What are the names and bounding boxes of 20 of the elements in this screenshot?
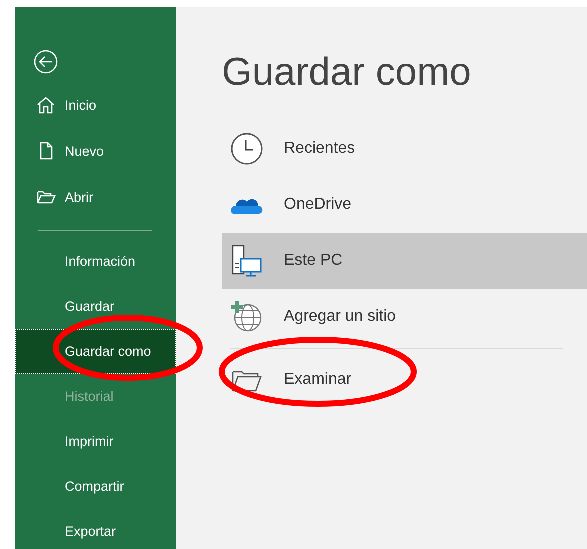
- nav-item[interactable]: Inicio: [65, 98, 97, 112]
- back-icon[interactable]: [34, 50, 58, 74]
- browse-item[interactable]: Examinar: [222, 349, 587, 411]
- home-icon: [36, 95, 56, 115]
- selected-nav-item[interactable]: Guardar como: [15, 329, 176, 374]
- selected-location-item[interactable]: Este PC: [222, 233, 587, 289]
- location-item[interactable]: Recientes: [222, 121, 587, 177]
- globe-plus-icon: [230, 300, 264, 334]
- location-item[interactable]: Agregar un sitio: [222, 289, 587, 345]
- nav-item[interactable]: Compartir: [15, 464, 176, 509]
- nav-item[interactable]: Abrir: [65, 190, 94, 204]
- nav-item[interactable]: Información: [15, 239, 176, 284]
- nav-item[interactable]: Guardar: [15, 284, 176, 329]
- location-item[interactable]: OneDrive: [222, 177, 587, 233]
- page-title: Guardar como: [222, 51, 472, 95]
- nav-item[interactable]: Exportar: [15, 509, 176, 549]
- nav-item[interactable]: Nuevo: [65, 144, 104, 158]
- computer-icon: [230, 244, 264, 278]
- nav-item[interactable]: Imprimir: [15, 419, 176, 464]
- clock-icon: [230, 132, 264, 166]
